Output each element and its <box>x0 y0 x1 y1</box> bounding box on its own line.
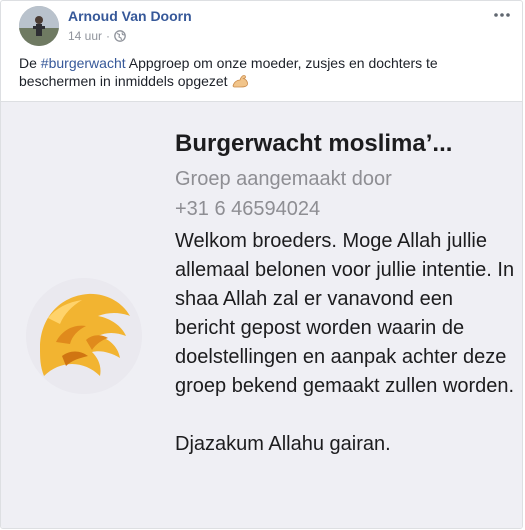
group-created-by: Groep aangemaakt door <box>175 168 392 190</box>
lion-head-icon <box>26 278 142 394</box>
group-message: Welkom broeders. Moge Allah jullie allem… <box>175 227 515 459</box>
group-creator-info: Groep aangemaakt door +31 6 46594024 <box>175 164 392 224</box>
group-creator-phone: +31 6 46594024 <box>175 198 321 220</box>
post-text-prefix: De <box>19 55 41 71</box>
more-options-icon[interactable] <box>492 7 512 23</box>
author-avatar[interactable] <box>19 6 59 46</box>
group-title: Burgerwacht moslima’... <box>175 130 453 157</box>
post-meta: 14 uur · <box>68 29 126 43</box>
group-message-signoff: Djazakum Allahu gairan. <box>175 433 391 455</box>
shared-screenshot[interactable]: Burgerwacht moslima’... Groep aangemaakt… <box>1 101 522 528</box>
post-header: Arnoud Van Doorn 14 uur · <box>1 1 522 51</box>
group-message-body: Welkom broeders. Moge Allah jullie allem… <box>175 230 515 397</box>
meta-separator: · <box>106 29 111 43</box>
flexed-biceps-icon <box>232 74 249 88</box>
post-text: De #burgerwacht Appgroep om onze moeder,… <box>19 54 499 90</box>
post-time[interactable]: 14 uur <box>68 29 102 43</box>
globe-icon[interactable] <box>114 30 126 42</box>
facebook-post: Arnoud Van Doorn 14 uur · De #burgerwach… <box>0 0 523 529</box>
author-name[interactable]: Arnoud Van Doorn <box>68 8 192 24</box>
hashtag-link[interactable]: #burgerwacht <box>41 55 126 71</box>
